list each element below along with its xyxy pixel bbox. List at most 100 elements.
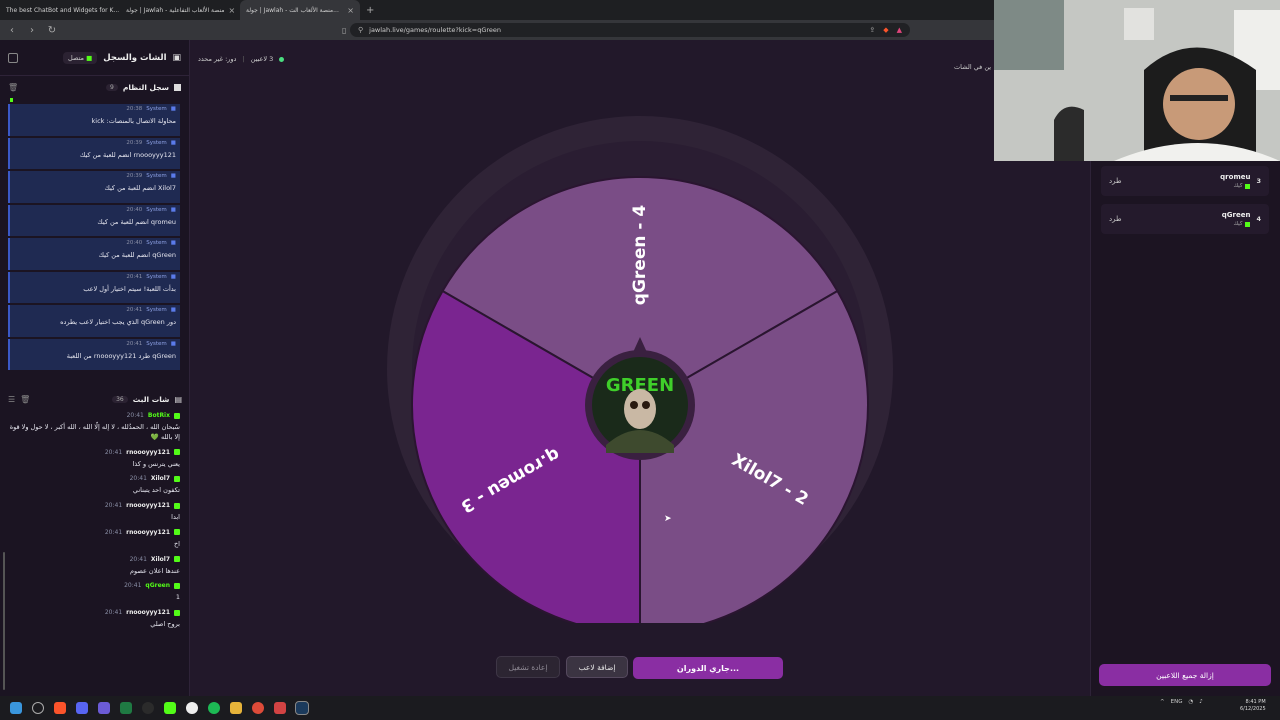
stream-chat-count: 36 <box>112 395 128 403</box>
search-icon[interactable] <box>32 702 44 714</box>
system-log-header[interactable]: سجل النظام 9 🗑 <box>0 76 189 98</box>
chat-time: 20:41 <box>104 609 123 616</box>
volume-icon[interactable]: ♪ <box>1199 699 1203 705</box>
language-indicator[interactable]: ENG <box>1171 699 1183 705</box>
kick-icon: ■ <box>86 53 93 62</box>
chat-username[interactable]: rnoooyyy121 <box>126 502 170 509</box>
steam-icon[interactable] <box>295 701 309 715</box>
chat-username[interactable]: BotRix <box>148 412 170 419</box>
app-icon[interactable] <box>274 702 286 714</box>
close-tab-icon[interactable]: × <box>347 6 354 15</box>
trash-icon[interactable]: 🗑 <box>8 83 18 92</box>
kick-app-icon[interactable] <box>164 702 176 714</box>
chat-username[interactable]: Xilol7 <box>151 556 170 563</box>
tray-expand-icon[interactable]: ^ <box>1160 699 1165 705</box>
spotify-icon[interactable] <box>208 702 220 714</box>
chat-meta: Xilol7 20:41 <box>8 475 180 482</box>
chat-meta: qGreen 20:41 <box>8 582 180 589</box>
log-message: qromeu انضم للعبة من كيك <box>97 217 176 226</box>
log-meta: ■ System 20:39 <box>14 173 176 179</box>
chrome-icon[interactable] <box>252 702 264 714</box>
log-time: 20:40 <box>126 240 143 246</box>
reload-icon[interactable]: ↻ <box>46 25 58 36</box>
system-badge-icon: ■ <box>170 273 176 280</box>
kick-icon <box>1245 221 1251 227</box>
wifi-icon[interactable]: ◔ <box>1188 699 1193 705</box>
log-meta: ■ System 20:39 <box>14 140 176 146</box>
extensions: ⇪ ◆ ▲ <box>869 26 902 34</box>
log-time: 20:39 <box>126 139 143 146</box>
stream-chat-header[interactable]: ▤ شات البث 36 🗑 ☰ <box>0 388 190 410</box>
share-icon[interactable]: ⇪ <box>869 26 875 34</box>
game-status-bar: 3 لاعبين | دور: غير محدد <box>198 55 285 63</box>
xbox-icon[interactable] <box>142 702 154 714</box>
brave-browser-icon[interactable] <box>54 702 66 714</box>
kick-player-button[interactable]: طرد <box>1109 177 1122 185</box>
system-log-list: ■ System 20:38 محاولة الاتصال بالمنصات: kic… <box>8 104 180 378</box>
new-tab-icon[interactable]: + <box>366 5 374 16</box>
chat-time: 20:41 <box>124 582 142 590</box>
system-log-item: ■ System 20:41 دور qGreen الذي يجب اختيار ل… <box>8 305 180 337</box>
stream-chat-list: BotRix 20:41 سُبحان الله ، الحمدُلله ، لا … <box>8 412 180 696</box>
wheel-svg: qGreen - 4Xilol7 - 2q.romeu - 3 GREEN <box>387 116 893 635</box>
discord-icon[interactable] <box>76 702 88 714</box>
player-info: qromeu كيك <box>1220 173 1251 189</box>
connection-status: متصل <box>68 53 85 62</box>
log-meta: ■ System 20:41 <box>14 307 176 313</box>
roulette-wheel[interactable]: qGreen - 4 Xilol7 - 2 q.romeu - 3 GREEN <box>386 115 894 635</box>
collapse-panel-icon[interactable] <box>8 52 18 63</box>
system-badge-icon: ■ <box>170 139 176 146</box>
close-tab-icon[interactable]: × <box>229 6 236 15</box>
system-badge-icon: ■ <box>170 307 176 313</box>
forward-icon[interactable]: › <box>26 25 38 36</box>
chat-username[interactable]: Xilol7 <box>151 475 170 482</box>
bookmark-icon[interactable]: ▯ <box>342 26 346 35</box>
air-conditioner <box>1124 8 1154 40</box>
chat-text: ابدا <box>171 513 180 521</box>
kick-icon <box>174 449 180 455</box>
restart-button[interactable]: إعادة تشغيل <box>496 656 560 678</box>
files-icon[interactable] <box>230 702 242 714</box>
chat-message: rnoooyyy121 20:41 اخ <box>8 529 180 550</box>
browser-tab[interactable]: جولة | Jawlah - منصة الألعاب التفاعلية × <box>120 0 240 20</box>
log-user: System <box>146 139 167 146</box>
kick-icon <box>174 582 180 589</box>
log-time: 20:41 <box>126 273 143 280</box>
chat-message: Xilol7 20:41 عندها اعلان عصوم <box>8 556 180 577</box>
omnibox[interactable]: ▯ ⚲ jawlah.live/games/roulette?kick=qGre… <box>342 23 910 37</box>
brave-shield-icon[interactable]: ◆ <box>883 26 888 34</box>
back-icon[interactable]: ‹ <box>6 25 18 36</box>
app-icon[interactable] <box>98 702 110 714</box>
chat-meta: BotRix 20:41 <box>8 412 180 419</box>
excel-icon[interactable] <box>120 702 132 714</box>
chat-username[interactable]: rnoooyyy121 <box>126 609 170 616</box>
system-log-count: 9 <box>106 83 118 91</box>
chat-username[interactable]: rnoooyyy121 <box>126 449 170 456</box>
windows-start-icon[interactable] <box>10 702 22 714</box>
site-info-icon[interactable]: ⚲ <box>358 26 363 34</box>
browser-tab[interactable]: The best ChatBot and Widgets for K...× <box>0 0 120 20</box>
glasses <box>1170 95 1228 101</box>
system-log-item: ■ System 20:40 qGreen انضم للعبة من كيك <box>8 238 180 270</box>
chat-meta: rnoooyyy121 20:41 <box>8 502 180 509</box>
chat-username[interactable]: rnoooyyy121 <box>126 529 170 536</box>
chat-meta: Xilol7 20:41 <box>8 556 180 563</box>
player-source-label: كيك <box>1233 221 1243 227</box>
webcam-overlay <box>994 0 1280 161</box>
kick-player-button[interactable]: طرد <box>1109 215 1122 223</box>
list-icon[interactable]: ☰ <box>8 395 15 404</box>
spinning-button[interactable]: جاري الدوران... <box>633 657 783 679</box>
chat-message: qGreen 20:41 1 <box>8 582 180 603</box>
log-meta: ■ System 20:41 <box>14 341 176 347</box>
taskbar-clock[interactable]: 8:41 PM 6/12/2025 <box>1240 699 1266 713</box>
url-text[interactable]: jawlah.live/games/roulette?kick=qGreen <box>369 26 501 34</box>
system-log-item: ■ System 20:41 بدأت اللعبة! سيتم اختيار أول… <box>8 271 180 303</box>
github-icon[interactable] <box>186 702 198 714</box>
trash-icon[interactable]: 🗑 <box>20 395 30 404</box>
brave-rewards-icon[interactable]: ▲ <box>897 26 902 34</box>
chat-username[interactable]: qGreen <box>145 582 170 589</box>
add-player-button[interactable]: إضافة لاعب <box>566 656 628 678</box>
player-name: qromeu <box>1220 173 1251 181</box>
browser-tab-active[interactable]: جولة | Jawlah - منصة الألعاب الت... × <box>240 0 360 20</box>
chat-time: 20:41 <box>104 502 123 509</box>
